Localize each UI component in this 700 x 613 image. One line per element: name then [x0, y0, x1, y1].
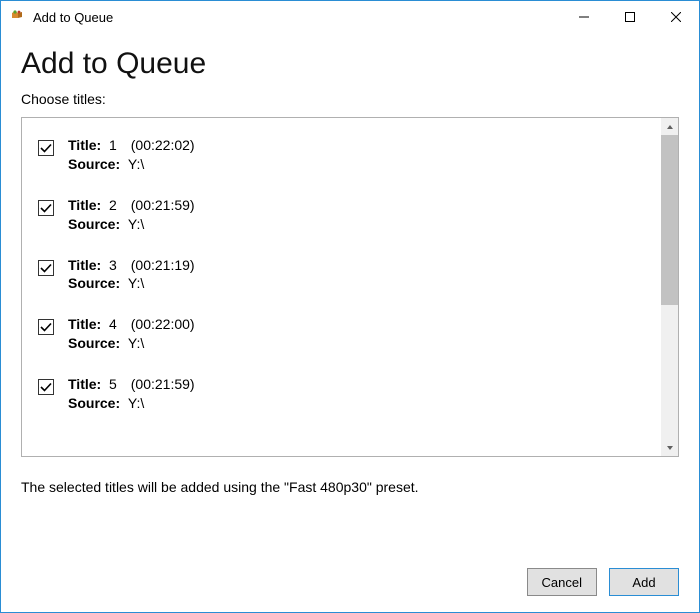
app-icon	[9, 9, 25, 25]
maximize-button[interactable]	[607, 1, 653, 33]
title-checkbox[interactable]	[38, 140, 54, 156]
window-title: Add to Queue	[33, 10, 113, 25]
source-path: Y:\	[128, 156, 144, 172]
source-label: Source:	[68, 335, 120, 351]
source-label: Source:	[68, 275, 120, 291]
title-duration: (00:22:00)	[131, 316, 195, 332]
title-checkbox[interactable]	[38, 319, 54, 335]
title-label: Title:	[68, 257, 101, 273]
titlebar: Add to Queue	[1, 1, 699, 33]
title-number: 5	[109, 375, 123, 394]
scrollbar-thumb[interactable]	[661, 135, 678, 305]
minimize-button[interactable]	[561, 1, 607, 33]
title-number: 3	[109, 256, 123, 275]
choose-titles-label: Choose titles:	[21, 91, 679, 107]
cancel-button[interactable]: Cancel	[527, 568, 597, 596]
source-path: Y:\	[128, 216, 144, 232]
title-number: 4	[109, 315, 123, 334]
title-item-text: Title: 3 (00:21:19) Source: Y:\	[68, 256, 195, 294]
title-item-text: Title: 4 (00:22:00) Source: Y:\	[68, 315, 195, 353]
title-checkbox[interactable]	[38, 200, 54, 216]
titles-list: Title: 1 (00:22:02) Source: Y:\	[22, 118, 661, 456]
preset-name: "Fast 480p30"	[284, 479, 372, 495]
source-path: Y:\	[128, 395, 144, 411]
title-checkbox[interactable]	[38, 260, 54, 276]
title-label: Title:	[68, 316, 101, 332]
source-path: Y:\	[128, 275, 144, 291]
title-label: Title:	[68, 376, 101, 392]
title-list-item: Title: 1 (00:22:02) Source: Y:\	[32, 128, 651, 188]
title-list-item: Title: 3 (00:21:19) Source: Y:\	[32, 248, 651, 308]
title-item-text: Title: 1 (00:22:02) Source: Y:\	[68, 136, 195, 174]
dialog-content: Add to Queue Choose titles: Title: 1 (00…	[1, 33, 699, 612]
title-list-item: Title: 4 (00:22:00) Source: Y:\	[32, 307, 651, 367]
preset-prefix: The selected titles will be added using …	[21, 479, 284, 495]
close-button[interactable]	[653, 1, 699, 33]
dialog-button-row: Cancel Add	[21, 548, 679, 596]
title-checkbox[interactable]	[38, 379, 54, 395]
preset-suffix: preset.	[376, 479, 419, 495]
scrollbar-track[interactable]	[661, 118, 678, 456]
source-label: Source:	[68, 395, 120, 411]
title-duration: (00:21:59)	[131, 197, 195, 213]
title-item-text: Title: 5 (00:21:59) Source: Y:\	[68, 375, 195, 413]
title-label: Title:	[68, 197, 101, 213]
preset-info-text: The selected titles will be added using …	[21, 479, 679, 495]
source-path: Y:\	[128, 335, 144, 351]
title-list-item: Title: 2 (00:21:59) Source: Y:\	[32, 188, 651, 248]
title-item-text: Title: 2 (00:21:59) Source: Y:\	[68, 196, 195, 234]
scroll-up-icon[interactable]	[661, 118, 678, 135]
add-button[interactable]: Add	[609, 568, 679, 596]
page-title: Add to Queue	[21, 47, 679, 81]
title-list-item: Title: 5 (00:21:59) Source: Y:\	[32, 367, 651, 427]
source-label: Source:	[68, 156, 120, 172]
scroll-down-icon[interactable]	[661, 439, 678, 456]
title-number: 2	[109, 196, 123, 215]
title-label: Title:	[68, 137, 101, 153]
title-number: 1	[109, 136, 123, 155]
source-label: Source:	[68, 216, 120, 232]
title-duration: (00:22:02)	[131, 137, 195, 153]
title-duration: (00:21:59)	[131, 376, 195, 392]
titles-listbox: Title: 1 (00:22:02) Source: Y:\	[21, 117, 679, 457]
add-to-queue-window: Add to Queue Add to Queue Choose titles:	[0, 0, 700, 613]
title-duration: (00:21:19)	[131, 257, 195, 273]
